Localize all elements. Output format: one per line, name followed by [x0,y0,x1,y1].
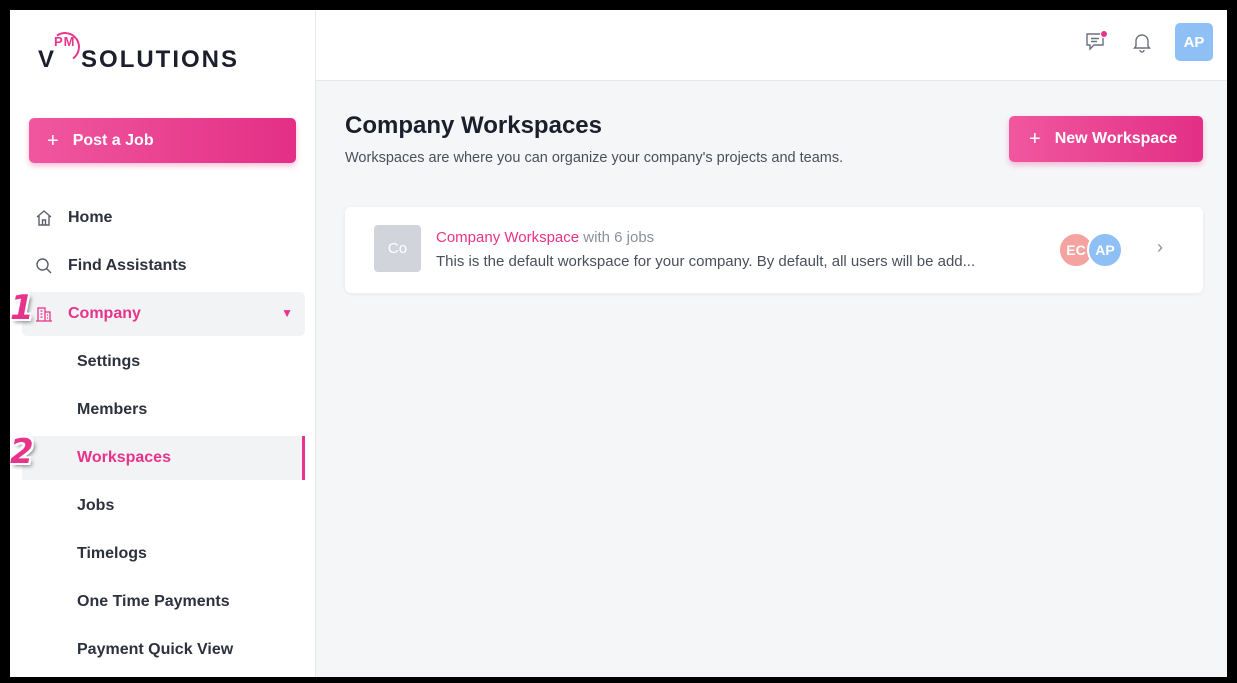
workspace-job-count: with 6 jobs [583,229,655,246]
app-frame: V PM SOLUTIONS + Post a Job Home Find As… [10,10,1227,677]
workspace-title: Company Workspace with 6 jobs [436,229,654,246]
sidebar-subitem-label: Jobs [77,497,115,514]
plus-icon: + [47,129,59,152]
sidebar-subitem-payment-quick-view[interactable]: Payment Quick View [22,628,305,672]
sidebar-item-label: Home [68,209,113,226]
sidebar-subitem-members[interactable]: Members [22,388,305,432]
notification-dot [1100,30,1108,38]
sidebar-subitem-label: Workspaces [77,449,171,466]
sidebar-subitem-label: Members [77,401,148,418]
logo-text: SOLUTIONS [81,46,240,73]
post-job-label: Post a Job [72,131,154,149]
chevron-right-icon: › [1157,237,1163,257]
new-workspace-label: New Workspace [1054,130,1178,147]
new-workspace-button[interactable]: + New Workspace [1009,116,1203,162]
member-avatar-ap: AP [1087,232,1123,268]
caret-down-icon: ▼ [281,306,293,320]
step-marker-1: 1 [10,288,34,328]
sidebar-item-home[interactable]: Home [22,196,305,240]
home-icon [34,208,54,228]
workspace-description: This is the default workspace for your c… [436,253,976,270]
sidebar-item-label: Find Assistants [68,257,187,274]
topbar-actions: AP [1083,23,1213,61]
sidebar-subitem-label: Payment Quick View [77,641,234,658]
page-title: Company Workspaces [345,112,602,139]
sidebar-subitem-workspaces[interactable]: Workspaces [22,436,305,480]
sidebar-item-company[interactable]: Company ▼ [22,292,305,336]
plus-icon: + [1029,127,1041,150]
sidebar-subitem-label: Timelogs [77,545,147,562]
page-subtitle: Workspaces are where you can organize yo… [345,150,844,166]
sidebar-subitem-one-time-payments[interactable]: One Time Payments [22,580,305,624]
sidebar-item-find-assistants[interactable]: Find Assistants [22,244,305,288]
logo-v: V PM [38,29,83,74]
workspace-card[interactable]: Co Company Workspace with 6 jobs This is… [345,207,1203,293]
post-job-button[interactable]: + Post a Job [29,118,296,163]
bell-icon[interactable] [1129,29,1155,55]
chat-icon[interactable] [1083,29,1109,55]
user-avatar[interactable]: AP [1175,23,1213,61]
brand-logo[interactable]: V PM SOLUTIONS [38,29,240,80]
search-icon [34,256,54,276]
sidebar-subitem-settings[interactable]: Settings [22,340,305,384]
topbar: AP [316,10,1227,81]
logo-pm: PM [54,34,76,49]
building-icon [34,304,54,324]
workspace-name[interactable]: Company Workspace [436,229,579,246]
sidebar-subitem-label: Settings [77,353,141,370]
sidebar: V PM SOLUTIONS + Post a Job Home Find As… [10,10,316,677]
step-marker-2: 2 [10,432,34,472]
workspace-thumbnail: Co [374,225,421,272]
sidebar-item-label: Company [68,305,141,322]
sidebar-subitem-jobs[interactable]: Jobs [22,484,305,528]
sidebar-subitem-label: One Time Payments [77,593,230,610]
sidebar-subitem-timelogs[interactable]: Timelogs [22,532,305,576]
